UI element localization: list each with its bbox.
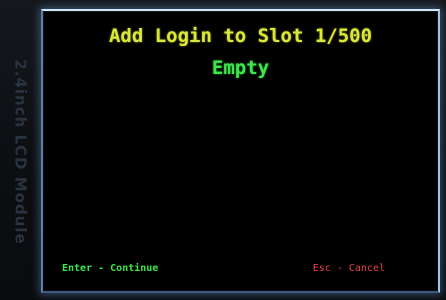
lcd-module: 2.4inch LCD Module Add Login to Slot 1/5… bbox=[0, 0, 446, 300]
screen-title: Add Login to Slot 1/500 bbox=[108, 25, 373, 47]
slot-status: Empty bbox=[211, 57, 270, 79]
module-label: 2.4inch LCD Module bbox=[6, 52, 36, 252]
module-label-text: 2.4inch LCD Module bbox=[12, 59, 31, 245]
cancel-hint: Esc - Cancel bbox=[312, 263, 385, 274]
continue-hint: Enter - Continue bbox=[62, 263, 159, 274]
lcd-screen: Add Login to Slot 1/500 Empty Enter - Co… bbox=[44, 12, 437, 290]
